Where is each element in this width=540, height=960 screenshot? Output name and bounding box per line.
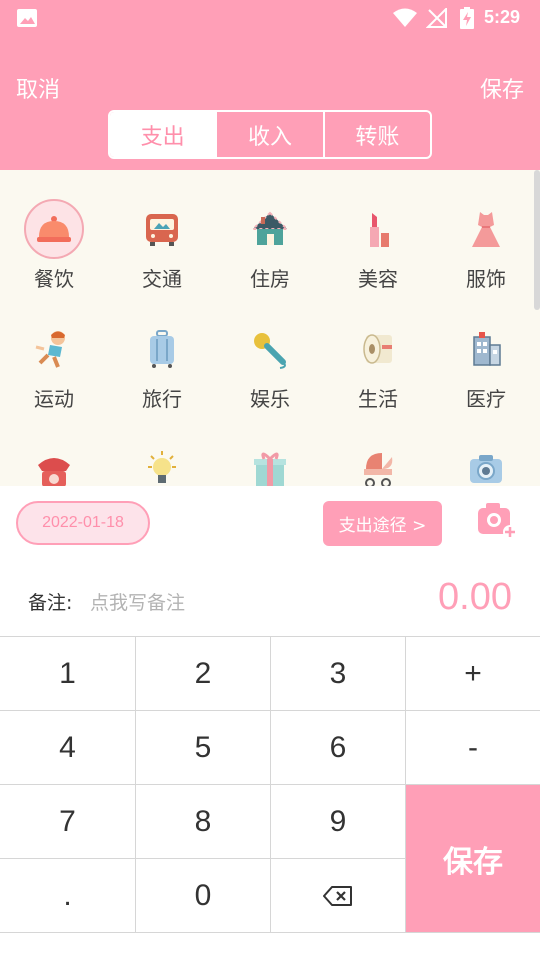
tab-transfer[interactable]: 转账 (325, 112, 430, 157)
category-photo[interactable] (432, 410, 540, 486)
camera-icon (456, 439, 516, 486)
save-button[interactable]: 保存 (406, 785, 540, 933)
battery-charging-icon (460, 7, 474, 29)
category-transport[interactable]: 交通 (108, 170, 216, 291)
lightbulb-icon (132, 439, 192, 486)
image-notification-icon (17, 9, 37, 27)
key-backspace[interactable] (271, 859, 406, 933)
key-8[interactable]: 8 (136, 785, 271, 859)
cancel-button[interactable]: 取消 (16, 72, 60, 104)
key-3[interactable]: 3 (271, 637, 406, 711)
category-beauty[interactable]: 美容 (324, 170, 432, 291)
house-icon (240, 199, 300, 259)
category-label: 餐饮 (34, 267, 74, 291)
type-tabs: 支出 收入 转账 (108, 110, 432, 159)
grid-scrollbar[interactable] (534, 170, 540, 310)
key-1[interactable]: 1 (0, 637, 136, 711)
note-input[interactable]: 点我写备注 (90, 588, 185, 615)
category-sports[interactable]: 运动 (0, 290, 108, 411)
keypad: 1 2 3 + 4 5 6 - 7 8 9 . 0 保存 (0, 636, 540, 934)
key-dot[interactable]: . (0, 859, 136, 933)
tab-income[interactable]: 收入 (217, 112, 325, 157)
category-baby[interactable] (324, 410, 432, 486)
category-grid: 餐饮 交通 住房 美容 服饰 运动 旅行 娱乐 生活 医疗 (0, 170, 540, 486)
category-entertainment[interactable]: 娱乐 (216, 290, 324, 411)
key-minus[interactable]: - (406, 711, 540, 785)
category-travel[interactable]: 旅行 (108, 290, 216, 411)
no-signal-icon (426, 8, 447, 28)
category-label: 医疗 (466, 387, 506, 411)
category-label: 服饰 (466, 267, 506, 291)
category-label: 娱乐 (250, 387, 290, 411)
stroller-icon (348, 439, 408, 486)
key-plus[interactable]: + (406, 637, 540, 711)
expense-method-button[interactable]: 支出途径 > (323, 501, 442, 546)
status-bar: 5:29 (0, 0, 540, 36)
dress-icon (456, 199, 516, 259)
tissue-roll-icon (348, 319, 408, 379)
backspace-icon (323, 885, 352, 906)
key-7[interactable]: 7 (0, 785, 136, 859)
key-4[interactable]: 4 (0, 711, 136, 785)
status-time: 5:29 (484, 7, 521, 27)
tab-expense[interactable]: 支出 (110, 112, 218, 157)
category-label: 运动 (34, 387, 74, 411)
category-clothing[interactable]: 服饰 (432, 170, 540, 291)
save-button-top[interactable]: 保存 (480, 72, 524, 104)
header: 5:29 取消 保存 支出 收入 转账 (0, 0, 540, 170)
hospital-icon (456, 319, 516, 379)
telephone-icon (24, 439, 84, 486)
key-6[interactable]: 6 (271, 711, 406, 785)
category-gift[interactable] (216, 410, 324, 486)
key-9[interactable]: 9 (271, 785, 406, 859)
note-row: 备注: 点我写备注 0.00 (0, 562, 540, 636)
key-5[interactable]: 5 (136, 711, 271, 785)
suitcase-icon (132, 319, 192, 379)
category-living[interactable]: 生活 (324, 290, 432, 411)
dining-icon (24, 199, 84, 259)
running-icon (24, 319, 84, 379)
amount-display: 0.00 (438, 576, 512, 618)
note-label: 备注: (28, 592, 73, 614)
category-dining[interactable]: 餐饮 (0, 170, 108, 291)
gift-icon (240, 439, 300, 486)
bus-icon (132, 199, 192, 259)
category-medical[interactable]: 医疗 (432, 290, 540, 411)
lipstick-icon (348, 199, 408, 259)
microphone-icon (240, 319, 300, 379)
category-label: 美容 (358, 267, 398, 291)
add-photo-icon[interactable] (476, 500, 518, 540)
wifi-icon (393, 8, 417, 27)
options-row: 2022-01-18 支出途径 > (0, 486, 540, 562)
key-0[interactable]: 0 (136, 859, 271, 933)
date-picker[interactable]: 2022-01-18 (16, 501, 150, 545)
category-label: 交通 (142, 267, 182, 291)
category-telephone[interactable] (0, 410, 108, 486)
category-housing[interactable]: 住房 (216, 170, 324, 291)
key-2[interactable]: 2 (136, 637, 271, 711)
category-utilities[interactable] (108, 410, 216, 486)
category-label: 旅行 (142, 387, 182, 411)
category-label: 生活 (358, 387, 398, 411)
category-label: 住房 (250, 267, 290, 291)
